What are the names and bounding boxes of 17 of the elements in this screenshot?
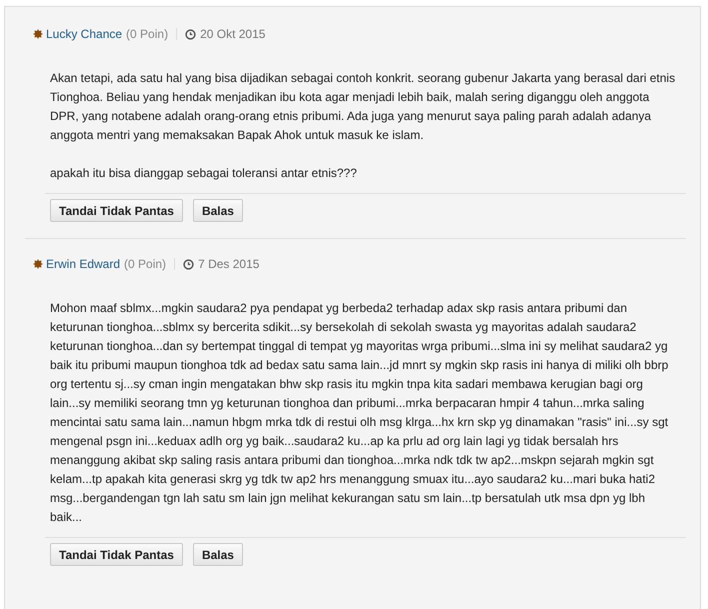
reply-button[interactable]: Balas <box>192 543 243 566</box>
post-date: 7 Des 2015 <box>198 256 260 273</box>
points-text: (0 Poin) <box>126 26 168 43</box>
author-link[interactable]: Lucky Chance <box>46 25 122 43</box>
points-text: (0 Poin) <box>124 256 166 273</box>
comment-text: apakah itu bisa dianggap sebagai toleransi antar etnis??? <box>50 165 358 182</box>
clock-icon <box>185 28 196 40</box>
post-date: 20 Okt 2015 <box>200 26 266 43</box>
report-button[interactable]: Tandai Tidak Pantas <box>50 199 183 222</box>
clock-icon <box>183 258 194 270</box>
badge-icon <box>33 259 43 269</box>
comment-text: Akan tetapi, ada satu hal yang bisa dijadikan sebagai contoh konkrit. seorang gubenur Jakarta yang berasal dari etnis Tionghoa. Beliau yang hendak menjadikan ibu kota agar menjadi lebih baik, malah sering diganggu oleh anggota DPR, yang notabene adalah orang-orang etnis pribumi. Ada juga yang menurut saya paling parah adalah adanya anggota mentri yang memaksakan Bapak Ahok untuk masuk ke islam. <box>50 70 676 144</box>
report-button[interactable]: Tandai Tidak Pantas <box>50 543 183 566</box>
reply-button[interactable]: Balas <box>192 199 243 222</box>
author-link[interactable]: Erwin Edward <box>46 255 120 273</box>
badge-icon <box>33 29 43 39</box>
comment-text: Mohon maaf sblmx...mgkin saudara2 pya pendapat yg berbeda2 terhadap adax skp rasis antara pribumi dan keturunan tionghoa...sblmx sy bercerita sdikit...sy bersekolah di sekolah swasta yg mayoritas adalah saudara2 keturunan tionghoa...dan sy bertempat tinggal di tempat yg mayoritas wrga pribumi...slma ini sy melihat saudara2 yg baik itu pribumi maupun tionghoa tdk ad bedax satu sama lain...jd mnrt sy mgkin skp rasis ini hanya di miliki olh bbrp org tertentu sj...sy cman ingin mengatakan bhw skp rasis itu mgkin tnpa kita sadari membawa kerugian bagi org lain...sy memiliki seorang tmn yg keturunan tionghoa dan pribumi...mrka berpacaran hmpir 4 tahun...mrka saling mencintai satu sama lain...namun hbgm mrka tdk di restui olh msg klrga...hx krn skp yg dinamakan "rasis" ini...sy sgt mengenal psgn ini...keduax adlh org yg baik...saudara2 ku...ap ka prlu ad org lain lagi yg tidak bersalah hrs menanggung akibat skp saling rasis antara pribumi dan tionghoa...mrka ndk tdk tw ap2...mskpn sejarah mgkin sgt kelam...tp apakah kita generasi skrg yg tdk tw ap2 hrs menanggung smuax itu...ayo saudara2 ku...mari buka hati2 msg...bergandengan tgn lah satu sm lain jgn melihat kekurangan satu sm lain...tp bersatulah utk msa dpn yg lbh baik... <box>50 300 670 526</box>
